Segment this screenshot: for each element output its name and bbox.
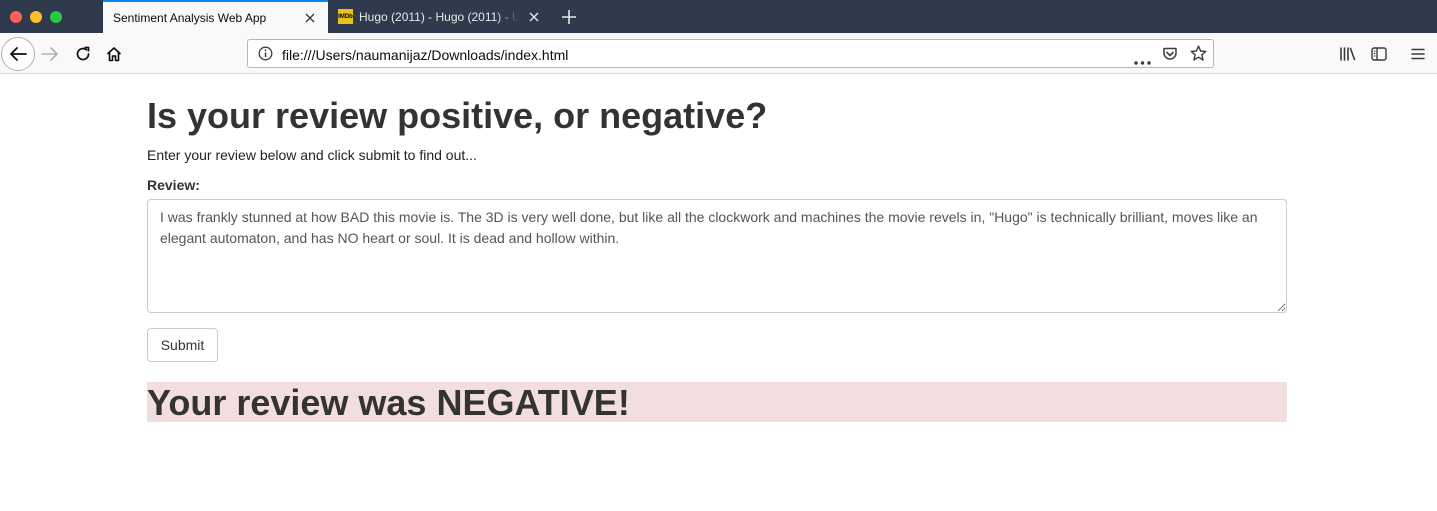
- home-icon: [106, 47, 122, 62]
- result-banner: Your review was NEGATIVE!: [147, 382, 1287, 423]
- info-icon[interactable]: [258, 46, 273, 66]
- result-text: Your review was NEGATIVE!: [147, 382, 630, 423]
- sidebar-icon: [1371, 47, 1387, 61]
- imdb-favicon-icon: IMDb: [338, 9, 353, 24]
- tab-imdb-hugo[interactable]: IMDb Hugo (2011) - Hugo (2011) - User Re…: [328, 0, 552, 33]
- url-bar[interactable]: file:///Users/naumanijaz/Downloads/index…: [247, 39, 1214, 68]
- close-icon[interactable]: [526, 9, 542, 25]
- plus-icon: [562, 9, 576, 24]
- library-button[interactable]: [1338, 44, 1358, 64]
- more-dots-icon[interactable]: [1134, 52, 1151, 70]
- reload-button[interactable]: [73, 44, 93, 64]
- submit-button[interactable]: Submit: [147, 328, 218, 362]
- nav-toolbar: file:///Users/naumanijaz/Downloads/index…: [0, 33, 1437, 74]
- review-textarea[interactable]: I was frankly stunned at how BAD this mo…: [147, 199, 1287, 313]
- minimize-window-button[interactable]: [30, 10, 42, 23]
- forward-button[interactable]: [40, 44, 60, 64]
- tab-title: Sentiment Analysis Web App: [113, 10, 267, 25]
- tab-title: Hugo (2011) - Hugo (2011) - User Reviews…: [359, 9, 520, 24]
- menu-button[interactable]: [1408, 44, 1428, 64]
- review-label: Review:: [147, 177, 200, 193]
- reload-icon: [76, 46, 90, 61]
- forward-arrow-icon: [41, 47, 58, 61]
- sidebar-button[interactable]: [1369, 44, 1389, 64]
- tab-sentiment-analysis[interactable]: Sentiment Analysis Web App: [103, 0, 328, 33]
- url-text[interactable]: file:///Users/naumanijaz/Downloads/index…: [282, 47, 568, 63]
- window-controls: [0, 0, 103, 33]
- star-icon[interactable]: [1190, 45, 1207, 67]
- back-arrow-icon: [10, 47, 27, 61]
- zoom-window-button[interactable]: [50, 10, 62, 23]
- back-button[interactable]: [1, 37, 35, 71]
- tab-strip: Sentiment Analysis Web App IMDb Hugo (20…: [0, 0, 1437, 33]
- pocket-icon[interactable]: [1162, 46, 1178, 67]
- page-subtitle: Enter your review below and click submit…: [147, 147, 477, 163]
- home-button[interactable]: [104, 44, 124, 64]
- new-tab-button[interactable]: [552, 0, 586, 33]
- page-title: Is your review positive, or negative?: [147, 95, 768, 136]
- close-icon[interactable]: [302, 10, 318, 26]
- hamburger-menu-icon: [1411, 48, 1425, 60]
- close-window-button[interactable]: [10, 10, 22, 23]
- library-icon: [1340, 47, 1356, 61]
